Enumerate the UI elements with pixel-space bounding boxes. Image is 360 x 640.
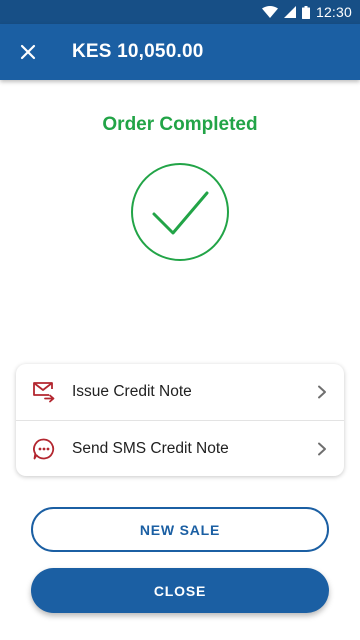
chevron-right-icon xyxy=(314,441,330,457)
app-bar: KES 10,050.00 xyxy=(0,24,360,80)
issue-credit-note-label: Issue Credit Note xyxy=(72,383,192,400)
order-completed-heading: Order Completed xyxy=(102,114,258,135)
status-bar: 12:30 xyxy=(0,0,360,24)
send-sms-credit-note-item[interactable]: Send SMS Credit Note xyxy=(16,420,344,476)
email-forward-icon xyxy=(32,380,56,404)
cell-signal-icon xyxy=(283,6,296,18)
close-button[interactable]: CLOSE xyxy=(31,568,329,613)
battery-icon xyxy=(301,5,310,19)
order-total-title: KES 10,050.00 xyxy=(72,41,204,62)
wifi-icon xyxy=(261,6,278,18)
new-sale-button[interactable]: NEW SALE xyxy=(31,507,329,552)
close-icon[interactable] xyxy=(0,24,56,80)
credit-note-actions-card: Issue Credit Note Send SMS Credit Note xyxy=(16,364,344,476)
status-time: 12:30 xyxy=(315,4,352,20)
send-sms-credit-note-label: Send SMS Credit Note xyxy=(72,439,229,457)
sms-icon xyxy=(32,437,56,461)
chevron-right-icon xyxy=(314,384,330,400)
success-check-icon xyxy=(130,162,230,262)
issue-credit-note-item[interactable]: Issue Credit Note xyxy=(16,364,344,420)
status-icons xyxy=(261,5,310,19)
